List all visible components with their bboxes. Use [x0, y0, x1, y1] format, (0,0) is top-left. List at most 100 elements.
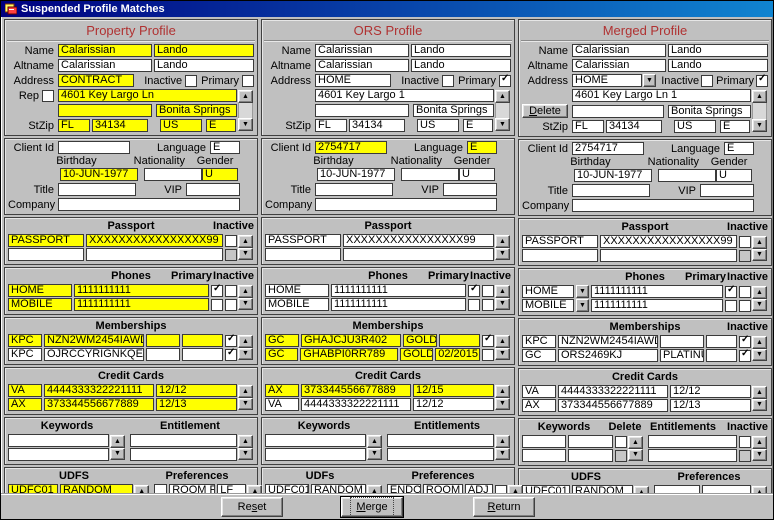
merged-passport-inactive-checkbox[interactable] — [739, 236, 751, 248]
ors-name-last-field[interactable]: Calarissian — [315, 44, 409, 57]
return-button[interactable]: Return — [473, 497, 535, 517]
merged-card-expiry[interactable]: 12/13 — [670, 399, 751, 412]
ors-entitlement[interactable] — [387, 434, 494, 447]
scroll-down-icon[interactable] — [495, 448, 510, 461]
ors-card-type[interactable]: AX — [265, 384, 299, 397]
property-vip-field[interactable] — [186, 183, 240, 196]
property-altname-first-field[interactable]: Lando — [154, 59, 254, 72]
property-address2-field[interactable] — [58, 104, 152, 117]
property-entitlement[interactable] — [130, 434, 237, 447]
scroll-up-icon[interactable] — [752, 236, 767, 249]
ors-birthday-field[interactable]: 10-JUN-1977 — [317, 168, 395, 181]
ors-altname-first-field[interactable]: Lando — [411, 59, 511, 72]
merged-state-field[interactable]: FL — [572, 120, 604, 133]
merged-entitlement-inactive-checkbox[interactable] — [739, 436, 751, 448]
ors-phone-inactive-checkbox[interactable] — [482, 299, 494, 311]
ors-membership-level[interactable]: GOLD — [403, 334, 437, 347]
merged-altname-first-field[interactable]: Lando — [668, 59, 768, 72]
ors-phone-type[interactable]: HOME — [265, 284, 329, 297]
ors-membership-active-checkbox[interactable] — [482, 349, 494, 361]
merged-company-field[interactable] — [572, 199, 754, 212]
merged-card-type[interactable]: AX — [522, 399, 556, 412]
scroll-down-icon[interactable] — [495, 298, 510, 311]
ors-membership-expiry[interactable]: 02/2015 — [435, 348, 480, 361]
property-membership-expiry[interactable] — [182, 348, 223, 361]
merged-passport-inactive-checkbox[interactable] — [739, 250, 751, 262]
merged-membership-number[interactable]: ORS2469KJ — [558, 349, 658, 362]
merged-keyword-delete-checkbox[interactable] — [615, 436, 627, 448]
merged-passport-number[interactable] — [600, 249, 737, 262]
reset-button[interactable]: Reset — [221, 497, 283, 517]
merged-address1-field[interactable]: 4601 Key Largo Ln 1 — [572, 89, 751, 102]
scroll-up-icon[interactable] — [238, 285, 253, 298]
ors-card-type[interactable]: VA — [265, 398, 299, 411]
merged-membership-type[interactable]: KPC — [522, 335, 556, 348]
property-name-last-field[interactable]: Calarissian — [58, 44, 152, 57]
scroll-up-icon[interactable] — [752, 386, 767, 399]
phone-type-dropdown-icon[interactable]: ▼ — [576, 299, 589, 312]
property-client-id-field[interactable] — [58, 141, 130, 154]
merged-vip-field[interactable] — [700, 184, 754, 197]
merged-membership-type[interactable]: GC — [522, 349, 556, 362]
property-card-expiry[interactable]: 12/12 — [156, 384, 237, 397]
scroll-down-icon[interactable] — [238, 298, 253, 311]
merged-membership-level[interactable] — [660, 335, 704, 348]
scroll-up-icon[interactable] — [752, 286, 767, 299]
scroll-up-icon[interactable] — [238, 435, 253, 448]
scroll-down-icon[interactable] — [495, 248, 510, 261]
scroll-down-icon[interactable] — [495, 348, 510, 361]
scroll-up-icon[interactable] — [238, 235, 253, 248]
merged-membership-active-checkbox[interactable] — [739, 350, 751, 362]
scroll-up-icon[interactable] — [495, 285, 510, 298]
merged-phone-type[interactable]: HOME — [522, 285, 574, 298]
ors-city-field[interactable]: Bonita Springs — [413, 104, 494, 117]
scroll-down-icon[interactable] — [752, 119, 767, 132]
merged-country-field[interactable]: US — [674, 120, 716, 133]
property-card-number[interactable]: 4444333322221111 — [44, 384, 154, 397]
merged-card-type[interactable]: VA — [522, 385, 556, 398]
scroll-down-icon[interactable] — [238, 348, 253, 361]
ors-zip-field[interactable]: 34134 — [349, 119, 405, 132]
scroll-up-icon[interactable] — [495, 435, 510, 448]
ors-passport-type[interactable] — [265, 248, 341, 261]
merged-membership-number[interactable]: NZN2WM2454IAWD83 — [558, 335, 658, 348]
merged-phone-number[interactable]: 1111111111 — [591, 285, 723, 298]
merged-passport-type[interactable]: PASSPORT — [522, 235, 598, 248]
merged-language-field[interactable]: E — [724, 142, 754, 155]
property-card-type[interactable]: AX — [8, 398, 42, 411]
property-phone-inactive-checkbox[interactable] — [225, 285, 237, 297]
ors-membership-level[interactable]: GOLD — [400, 348, 433, 361]
property-keyword[interactable] — [8, 448, 109, 461]
property-state-field[interactable]: FL — [58, 119, 90, 132]
scroll-down-icon[interactable] — [110, 448, 125, 461]
ors-phone-number[interactable]: 1111111111 — [331, 298, 466, 311]
merged-address-primary-checkbox[interactable] — [756, 75, 768, 87]
ors-card-expiry[interactable]: 12/15 — [413, 384, 494, 397]
merged-keyword[interactable] — [522, 449, 566, 462]
property-country-field[interactable]: US — [160, 119, 202, 132]
ors-keyword[interactable] — [265, 434, 366, 447]
ors-card-number[interactable]: 373344556677889 — [301, 384, 411, 397]
property-phone-number[interactable]: 1111111111 — [74, 284, 209, 297]
property-membership-number[interactable]: OJRCCYRIGNKQERN — [44, 348, 144, 361]
merged-zip-field[interactable]: 34134 — [606, 120, 662, 133]
ors-country-field[interactable]: US — [417, 119, 459, 132]
ors-nationality-field[interactable] — [401, 168, 459, 181]
merged-keyword[interactable] — [522, 435, 566, 448]
merged-phone-number[interactable]: 1111111111 — [591, 299, 723, 312]
ors-vip-field[interactable] — [443, 183, 497, 196]
merged-membership-active-checkbox[interactable] — [739, 336, 751, 348]
ors-state-field[interactable]: FL — [315, 119, 347, 132]
merged-title-field[interactable] — [572, 184, 650, 197]
ors-membership-active-checkbox[interactable] — [482, 335, 494, 347]
ors-region-field[interactable]: E — [463, 119, 493, 132]
merged-phone-inactive-checkbox[interactable] — [739, 286, 751, 298]
property-nationality-field[interactable] — [144, 168, 202, 181]
property-passport-number[interactable] — [86, 248, 223, 261]
merged-name-last-field[interactable]: Calarissian — [572, 44, 666, 57]
scroll-up-icon[interactable] — [752, 336, 767, 349]
merged-passport-number[interactable]: XXXXXXXXXXXXXXXX99 — [600, 235, 737, 248]
merged-entitlement[interactable] — [648, 435, 737, 448]
merged-phone-type[interactable]: MOBILE — [522, 299, 574, 312]
merged-nationality-field[interactable] — [658, 169, 716, 182]
